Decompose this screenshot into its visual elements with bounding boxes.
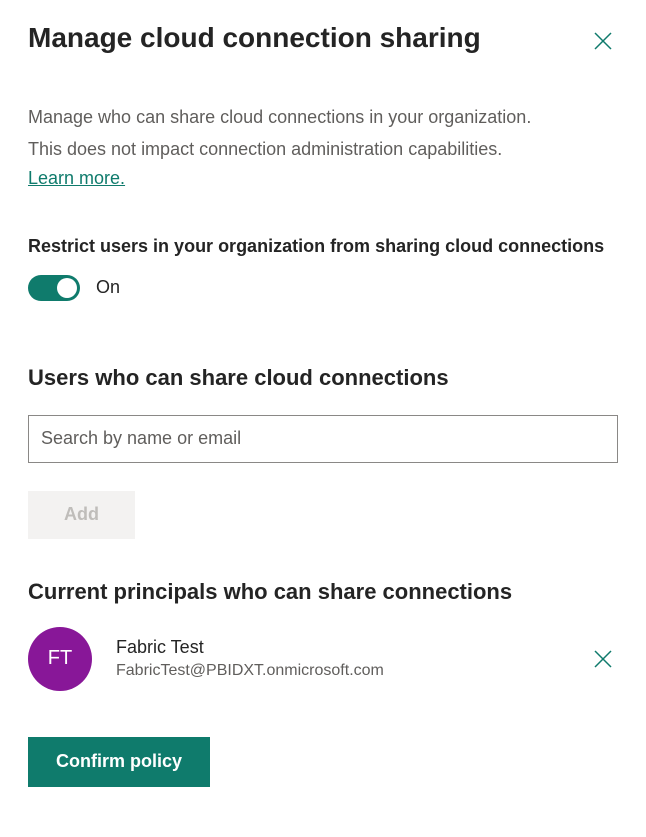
restrict-toggle-state: On [96, 277, 120, 298]
search-input[interactable] [28, 415, 618, 463]
toggle-knob [57, 278, 77, 298]
close-icon [594, 650, 612, 668]
principal-info: Fabric Test FabricTest@PBIDXT.onmicrosof… [116, 635, 564, 683]
remove-principal-button[interactable] [588, 644, 618, 674]
restrict-label: Restrict users in your organization from… [28, 233, 618, 261]
close-button[interactable] [588, 26, 618, 56]
close-icon [594, 32, 612, 50]
users-section-heading: Users who can share cloud connections [28, 365, 618, 391]
confirm-policy-button[interactable]: Confirm policy [28, 737, 210, 787]
add-button[interactable]: Add [28, 491, 135, 539]
panel-description-line2: This does not impact connection administ… [28, 136, 618, 164]
principal-email: FabricTest@PBIDXT.onmicrosoft.com [116, 660, 564, 682]
principal-row: FT Fabric Test FabricTest@PBIDXT.onmicro… [28, 627, 618, 691]
learn-more-link[interactable]: Learn more. [28, 168, 125, 188]
principals-section-heading: Current principals who can share connect… [28, 579, 618, 605]
panel-title: Manage cloud connection sharing [28, 20, 481, 55]
panel-description-line1: Manage who can share cloud connections i… [28, 104, 618, 132]
restrict-toggle[interactable] [28, 275, 80, 301]
principal-name: Fabric Test [116, 635, 564, 660]
avatar: FT [28, 627, 92, 691]
